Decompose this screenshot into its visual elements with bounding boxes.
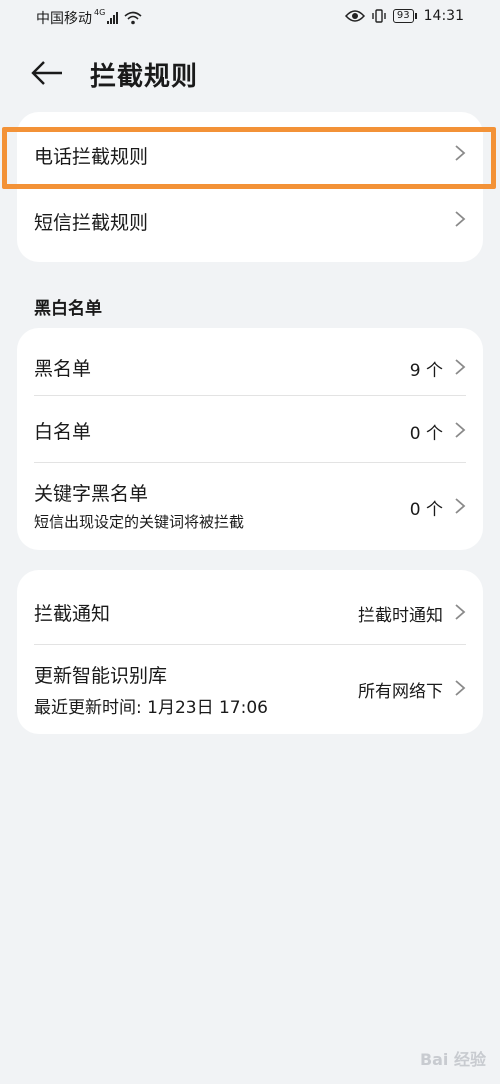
list-item-label: 短信拦截规则 bbox=[34, 212, 149, 234]
vibrate-icon bbox=[372, 9, 386, 23]
list-item-value: 所有网络下 bbox=[358, 682, 443, 702]
list-item-count: 9 个 bbox=[409, 361, 443, 381]
chevron-right-icon bbox=[455, 359, 466, 375]
status-bar: 中国移动 4G 93 14:31 bbox=[0, 0, 500, 34]
list-item-label: 拦截通知 bbox=[34, 603, 111, 625]
list-item-count: 0 个 bbox=[409, 500, 443, 520]
status-right: 93 14:31 bbox=[344, 8, 464, 24]
arrow-left-icon bbox=[31, 61, 62, 85]
rule-item-sms[interactable]: 短信拦截规则 bbox=[17, 192, 483, 262]
network-type: 4G bbox=[94, 7, 106, 17]
blacklist-card: 黑名单 9 个 白名单 0 个 关键字黑名单 短信出现设定的关键词将被拦截 0 … bbox=[17, 328, 483, 550]
list-item-label: 关键字黑名单 bbox=[34, 483, 149, 505]
section-title: 黑白名单 bbox=[34, 299, 102, 319]
list-item-description: 最近更新时间: 1月23日 17:06 bbox=[34, 698, 268, 718]
list-item-whitelist[interactable]: 白名单 0 个 bbox=[17, 396, 483, 462]
list-item-keyword-blacklist[interactable]: 关键字黑名单 短信出现设定的关键词将被拦截 0 个 bbox=[17, 463, 483, 550]
list-item-intercept-notice[interactable]: 拦截通知 拦截时通知 bbox=[17, 570, 483, 644]
chevron-right-icon bbox=[455, 211, 466, 227]
back-button[interactable] bbox=[30, 58, 70, 90]
list-item-label: 黑名单 bbox=[34, 358, 92, 380]
chevron-right-icon bbox=[455, 422, 466, 438]
wifi-icon bbox=[124, 11, 142, 25]
battery-icon: 93 bbox=[392, 9, 417, 23]
list-item-blacklist[interactable]: 黑名单 9 个 bbox=[17, 328, 483, 395]
list-item-value: 拦截时通知 bbox=[358, 606, 443, 626]
chevron-right-icon bbox=[455, 498, 466, 514]
watermark: Bai 经验 bbox=[419, 1050, 486, 1069]
list-item-description: 短信出现设定的关键词将被拦截 bbox=[34, 513, 245, 531]
list-item-update-library[interactable]: 更新智能识别库 最近更新时间: 1月23日 17:06 所有网络下 bbox=[17, 645, 483, 734]
status-left: 中国移动 4G bbox=[36, 8, 142, 28]
signal-icon bbox=[107, 12, 119, 24]
settings-card: 拦截通知 拦截时通知 更新智能识别库 最近更新时间: 1月23日 17:06 所… bbox=[17, 570, 483, 734]
list-item-count: 0 个 bbox=[409, 424, 443, 444]
eye-icon bbox=[344, 10, 365, 22]
highlight-box bbox=[2, 127, 496, 189]
chevron-right-icon bbox=[455, 604, 466, 620]
list-item-label: 白名单 bbox=[34, 421, 92, 443]
page-title: 拦截规则 bbox=[90, 62, 199, 92]
carrier-name: 中国移动 bbox=[36, 11, 92, 27]
clock: 14:31 bbox=[423, 8, 464, 24]
list-item-label: 更新智能识别库 bbox=[34, 665, 168, 687]
header: 拦截规则 bbox=[0, 50, 500, 98]
chevron-right-icon bbox=[455, 680, 466, 696]
